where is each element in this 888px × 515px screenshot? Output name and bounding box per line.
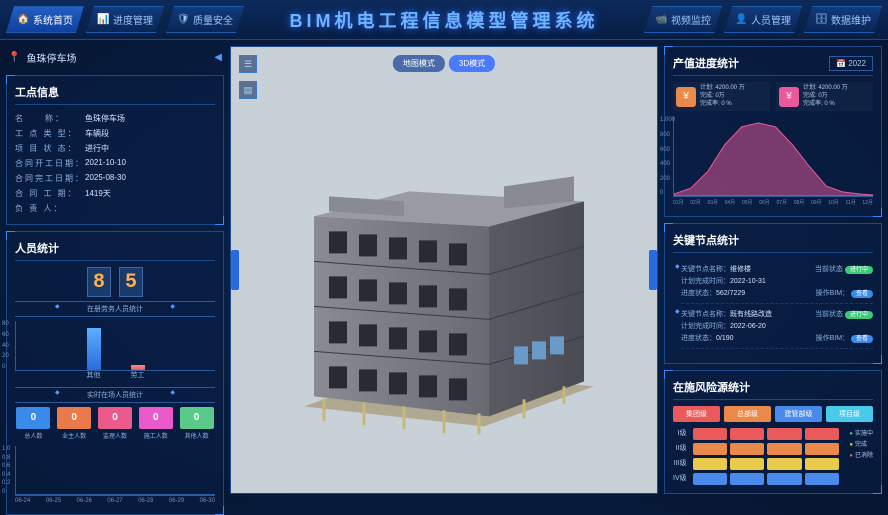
nav-quality[interactable]: 🛡质量安全 (166, 6, 244, 33)
mode-map-button[interactable]: 地图模式 (393, 55, 445, 72)
video-icon: 📹 (655, 14, 667, 26)
person-icon: 👤 (735, 14, 747, 26)
data-icon: 🗄 (815, 14, 827, 26)
risk-tab[interactable]: 建管部级 (775, 406, 822, 422)
breadcrumb: 📍 鱼珠停车场 ◀ (6, 46, 224, 69)
stat-box: 0业主人数 (57, 407, 91, 440)
nav-data[interactable]: 🗄数据维护 (804, 6, 882, 33)
nav-video[interactable]: 📹视频监控 (644, 6, 722, 33)
risk-title: 在施风险源统计 (673, 379, 873, 400)
personnel-count: 8 5 (15, 267, 215, 297)
risk-cell[interactable] (730, 428, 764, 440)
personnel-title: 人员统计 (15, 240, 215, 261)
output-area-chart: 1,0008006004002000 (673, 117, 873, 197)
state-badge: 进行中 (845, 311, 873, 319)
info-row: 项 目 状 态：进行中 (15, 141, 215, 156)
info-row: 合 同 工 期：1419天 (15, 186, 215, 201)
bar-other (87, 328, 101, 370)
risk-cell[interactable] (805, 428, 839, 440)
risk-panel: 在施风险源统计 集团级总部级建管部级项目级 I级II级III级IV级 实施中完成… (664, 370, 882, 494)
sub-onsite: 实时在场人员统计 (15, 387, 215, 403)
milestone-title: 关键节点统计 (673, 232, 873, 253)
output-title: 产值进度统计 (673, 55, 739, 71)
risk-cell[interactable] (767, 473, 801, 485)
vp-menu-button[interactable]: ☰ (239, 55, 257, 73)
info-row: 名 称：鱼珠停车场 (15, 111, 215, 126)
risk-cell[interactable] (693, 458, 727, 470)
pin-icon: 📍 (8, 52, 20, 63)
milestone-item: 关键节点名称：维修楼当前状态 进行中 计划完成时间：2022-10-31 进度状… (681, 259, 873, 304)
building-model (274, 116, 614, 436)
risk-tab[interactable]: 项目级 (826, 406, 873, 422)
risk-cell[interactable] (805, 473, 839, 485)
personnel-panel: 人员统计 8 5 在册劳务人员统计 806040200 其他 劳工 实时在场人员… (6, 231, 224, 515)
nav-progress[interactable]: 📊进度管理 (86, 6, 164, 33)
risk-tab[interactable]: 集团级 (673, 406, 720, 422)
app-header: 🏠系统首页 📊进度管理 🛡质量安全 BIM机电工程信息模型管理系统 📹视频监控 … (0, 0, 888, 40)
risk-cell[interactable] (693, 473, 727, 485)
info-row: 合同开工日期：2021-10-10 (15, 156, 215, 171)
risk-cell[interactable] (805, 458, 839, 470)
stat-box: 0其他人数 (180, 407, 214, 440)
risk-cell[interactable] (767, 443, 801, 455)
milestone-panel: 关键节点统计 关键节点名称：维修楼当前状态 进行中 计划完成时间：2022-10… (664, 223, 882, 364)
nav-home[interactable]: 🏠系统首页 (6, 6, 84, 33)
digit-1: 8 (87, 267, 111, 297)
stat-box: 0施工人数 (139, 407, 173, 440)
nav-left: 🏠系统首页 📊进度管理 🛡质量安全 (0, 6, 250, 33)
home-icon: 🏠 (17, 14, 29, 26)
breadcrumb-location: 鱼珠停车场 (26, 50, 76, 65)
output-panel: 产值进度统计 📅 2022 ¥计划: 4200.00 万完成: 0万完成率: 0… (664, 46, 882, 217)
stat-box: 0总人数 (16, 407, 50, 440)
3d-viewport[interactable]: ☰ ▤ 地图模式 3D模式 (230, 46, 658, 494)
risk-cell[interactable] (693, 428, 727, 440)
state-badge: 进行中 (845, 266, 873, 274)
registered-bar-chart: 806040200 其他 劳工 (15, 321, 215, 371)
risk-cell[interactable] (730, 473, 764, 485)
risk-cell[interactable] (730, 443, 764, 455)
kpi-done: ¥计划: 4200.00 万完成: 0万完成率: 0 % (776, 82, 873, 111)
site-info-title: 工点信息 (15, 84, 215, 105)
done-icon: ¥ (779, 87, 799, 107)
viewport-mode-switch: 地图模式 3D模式 (393, 55, 495, 72)
risk-cell[interactable] (805, 443, 839, 455)
site-info-panel: 工点信息 名 称：鱼珠停车场工 点 类 型：车辆段项 目 状 态：进行中合同开工… (6, 75, 224, 225)
milestone-item: 关键节点名称：既有线路改造当前状态 进行中 计划完成时间：2022-06-20 … (681, 304, 873, 349)
quality-icon: 🛡 (177, 14, 189, 26)
info-row: 工 点 类 型：车辆段 (15, 126, 215, 141)
nav-right: 📹视频监控 👤人员管理 🗄数据维护 (638, 6, 888, 33)
back-button[interactable]: ◀ (214, 52, 222, 63)
info-row: 负 责 人： (15, 201, 215, 216)
vp-layers-button[interactable]: ▤ (239, 81, 257, 99)
risk-cell[interactable] (730, 458, 764, 470)
sub-registered: 在册劳务人员统计 (15, 301, 215, 317)
nav-person[interactable]: 👤人员管理 (724, 6, 802, 33)
bim-button[interactable]: 查看 (851, 290, 873, 298)
risk-tab[interactable]: 总部级 (724, 406, 771, 422)
info-row: 合同完工日期：2025-08-30 (15, 171, 215, 186)
kpi-plan: ¥计划: 4200.00 万完成: 0万完成率: 0 % (673, 82, 770, 111)
bim-button[interactable]: 查看 (851, 335, 873, 343)
stat-box: 0监理人数 (98, 407, 132, 440)
onsite-stat-boxes: 0总人数0业主人数0监理人数0施工人数0其他人数 (15, 407, 215, 440)
risk-cell[interactable] (767, 428, 801, 440)
digit-2: 5 (119, 267, 143, 297)
risk-cell[interactable] (767, 458, 801, 470)
left-collapse-handle[interactable] (231, 250, 239, 290)
app-title: BIM机电工程信息模型管理系统 (290, 7, 599, 33)
viewport-toolbar: ☰ ▤ (239, 55, 257, 99)
mode-3d-button[interactable]: 3D模式 (449, 55, 495, 72)
year-selector[interactable]: 📅 2022 (829, 56, 873, 71)
risk-cell[interactable] (693, 443, 727, 455)
plan-icon: ¥ (676, 87, 696, 107)
progress-icon: 📊 (97, 14, 109, 26)
onsite-line-chart: 1.00.80.60.40.20 (15, 446, 215, 496)
right-collapse-handle[interactable] (649, 250, 657, 290)
